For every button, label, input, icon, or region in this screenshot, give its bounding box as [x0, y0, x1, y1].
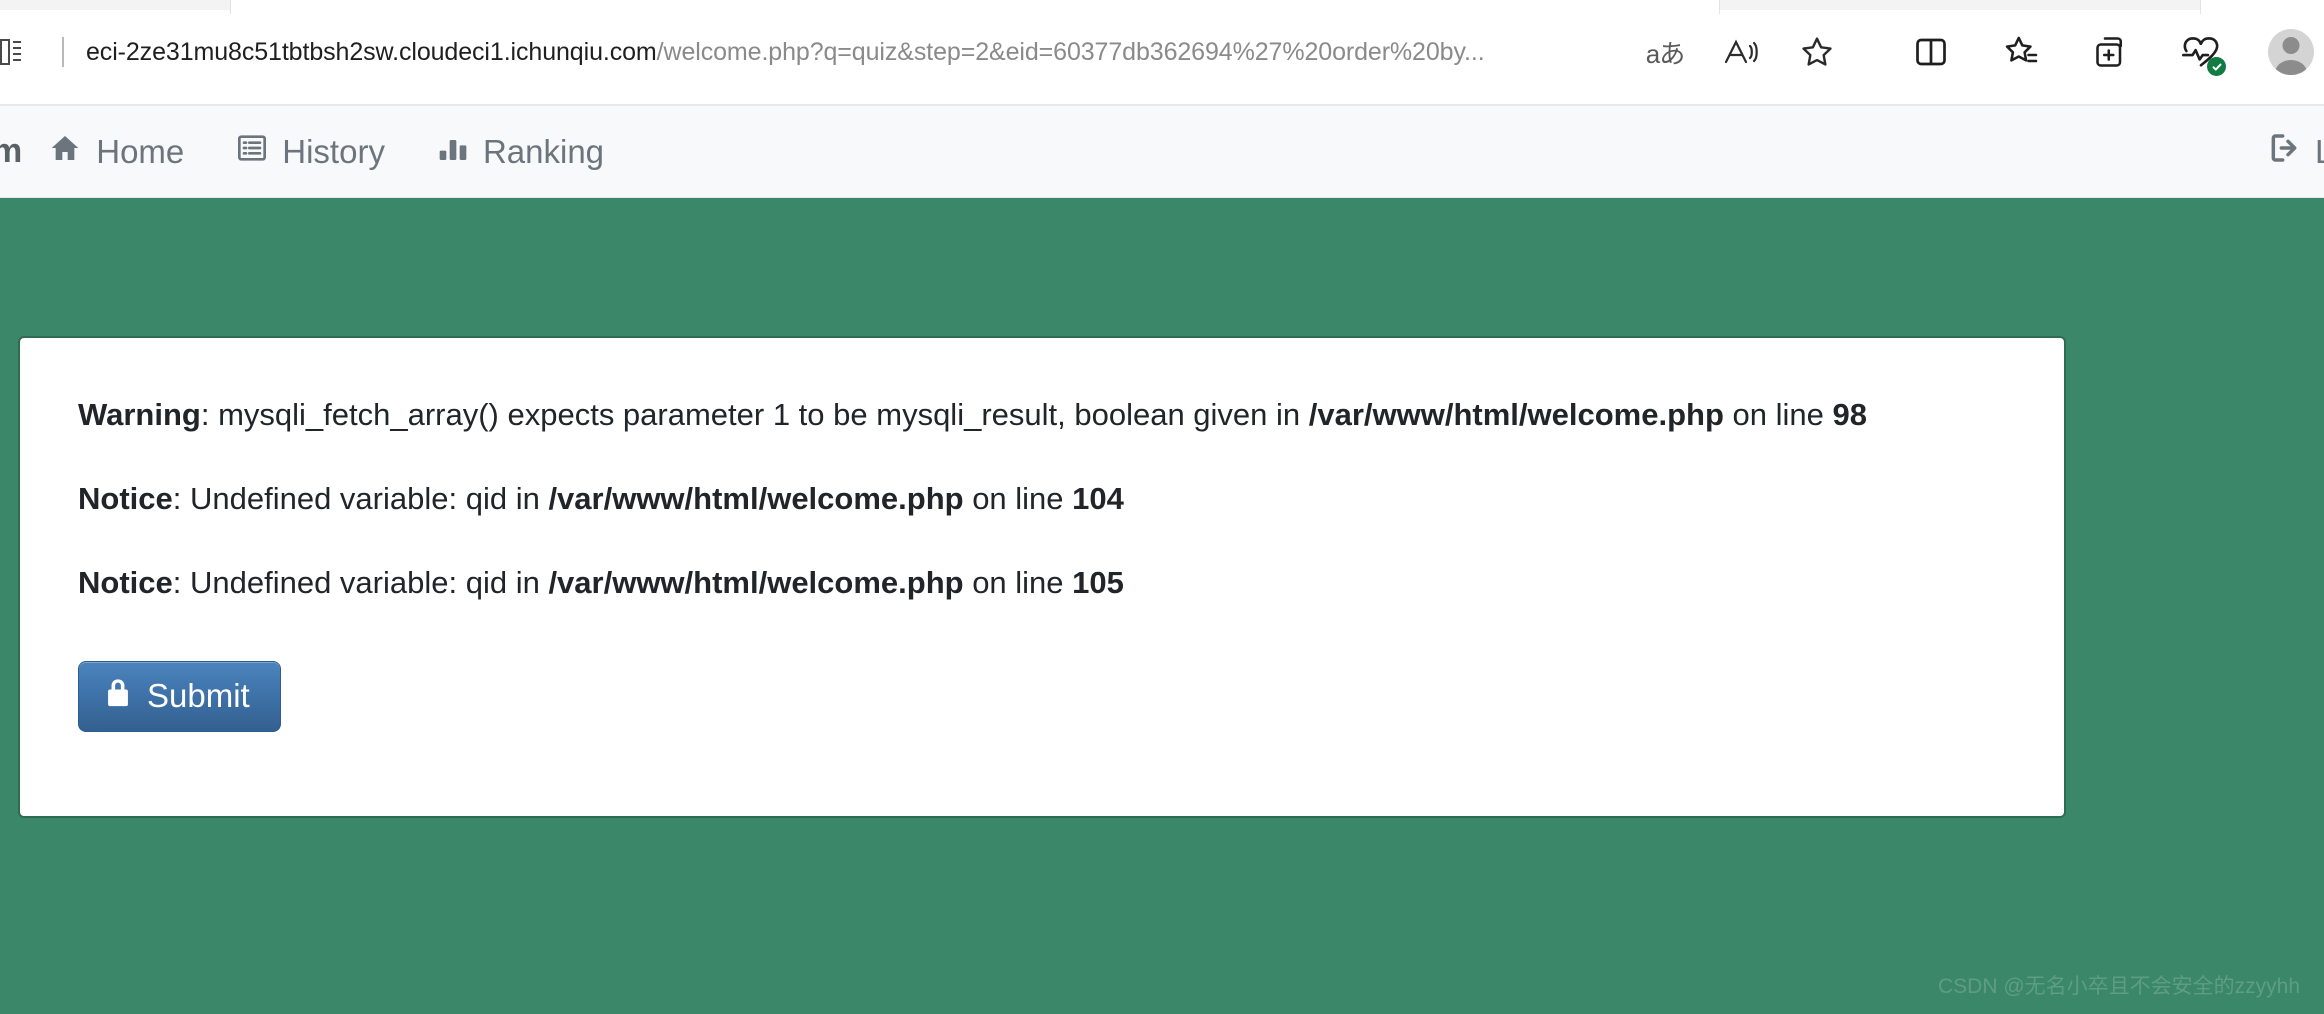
submit-button[interactable]: Submit	[78, 661, 281, 733]
message-level: Warning	[78, 397, 201, 432]
nav-item-home-label: Home	[96, 132, 185, 170]
message-file: /var/www/html/welcome.php	[548, 480, 964, 516]
lock-icon	[105, 678, 131, 713]
browser-toolbar	[1908, 29, 2314, 76]
collections-icon[interactable]	[1998, 29, 2044, 75]
nav-right: Log	[2267, 132, 2324, 172]
bar-chart-icon	[437, 132, 469, 172]
message-file: /var/www/html/welcome.php	[1308, 397, 1724, 432]
php-warning-message: Warning: mysqli_fetch_array() expects pa…	[78, 396, 2006, 435]
message-line-number: 98	[1832, 397, 1867, 432]
watermark: CSDN @无名小卒且不会安全的zzyyhh	[1937, 975, 2300, 998]
message-line-number: 104	[1072, 480, 1124, 516]
nav-item-history-label: History	[282, 132, 385, 170]
nav-item-history[interactable]: History	[236, 132, 385, 172]
message-online-label: on line	[963, 564, 1073, 600]
translate-glyph: aあ	[1645, 38, 1685, 69]
tab-strip	[0, 0, 2324, 14]
read-aloud-icon[interactable]	[1718, 29, 1764, 75]
message-online-label: on line	[1723, 397, 1833, 432]
nav-item-logout[interactable]: Log	[2267, 132, 2324, 172]
message-file: /var/www/html/welcome.php	[548, 564, 964, 600]
nav-item-ranking[interactable]: Ranking	[437, 132, 604, 172]
php-notice-message: Notice: Undefined variable: qid in /var/…	[78, 564, 2006, 603]
site-navbar: m Home History Ranking	[0, 106, 2324, 198]
message-text: : mysqli_fetch_array() expects parameter…	[200, 397, 1309, 432]
reading-view-icon[interactable]	[0, 37, 28, 67]
page-body: Warning: mysqli_fetch_array() expects pa…	[0, 198, 2324, 1014]
message-text: : Undefined variable: qid in	[172, 480, 549, 516]
list-alt-icon	[236, 132, 268, 172]
url-host: eci-2ze31mu8c51tbtbsh2sw.cloudeci1.ichun…	[86, 38, 657, 66]
site-brand[interactable]: m	[0, 132, 48, 171]
submit-button-label: Submit	[147, 677, 250, 715]
browser-essentials-icon[interactable]	[2178, 29, 2226, 76]
url-path: /welcome.php?q=quiz&step=2&eid=60377db36…	[656, 38, 1485, 66]
nav-item-ranking-label: Ranking	[482, 132, 605, 170]
favorite-star-icon[interactable]	[1794, 29, 1840, 75]
content-card: Warning: mysqli_fetch_array() expects pa…	[18, 336, 2066, 818]
nav-item-logout-label: Log	[2315, 133, 2324, 171]
sign-out-icon	[2267, 132, 2301, 172]
browser-chrome: eci-2ze31mu8c51tbtbsh2sw.cloudeci1.ichun…	[0, 0, 2324, 106]
profile-avatar[interactable]	[2268, 29, 2314, 75]
address-bar[interactable]: eci-2ze31mu8c51tbtbsh2sw.cloudeci1.ichun…	[34, 21, 1864, 83]
message-level: Notice	[78, 564, 173, 600]
nav-items: Home History Ranking	[48, 132, 604, 172]
address-bar-divider	[62, 37, 64, 67]
message-level: Notice	[78, 480, 173, 516]
add-tab-icon[interactable]	[2088, 29, 2134, 75]
home-icon	[48, 132, 82, 172]
address-bar-row: eci-2ze31mu8c51tbtbsh2sw.cloudeci1.ichun…	[0, 10, 2324, 94]
split-screen-icon[interactable]	[1908, 29, 1954, 75]
shield-check-badge	[2207, 57, 2226, 76]
message-line-number: 105	[1072, 564, 1124, 600]
url-text[interactable]: eci-2ze31mu8c51tbtbsh2sw.cloudeci1.ichun…	[86, 21, 1618, 83]
nav-item-home[interactable]: Home	[48, 132, 184, 172]
translate-icon[interactable]: aあ	[1642, 29, 1688, 75]
omnibox-actions: aあ	[1618, 29, 1840, 75]
message-online-label: on line	[963, 480, 1073, 516]
php-notice-message: Notice: Undefined variable: qid in /var/…	[78, 480, 2006, 519]
message-text: : Undefined variable: qid in	[172, 564, 549, 600]
